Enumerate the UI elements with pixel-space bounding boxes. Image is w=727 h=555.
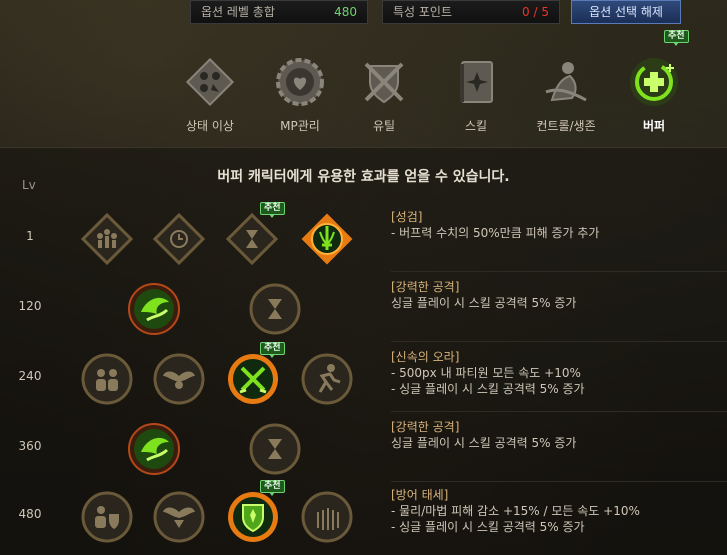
row-title: [강력한 공격] bbox=[391, 280, 460, 294]
row-line: 싱글 플레이 시 스킬 공격력 5% 증가 bbox=[391, 436, 577, 450]
row-line: - 물리/마법 피해 감소 +15% / 모든 속도 +10% bbox=[391, 504, 640, 518]
crossed-swords-icon[interactable] bbox=[226, 352, 280, 406]
row-title: [방어 태세] bbox=[391, 488, 449, 502]
row-divider bbox=[391, 341, 727, 342]
tab-control-survival[interactable]: 컨트롤/생존 bbox=[526, 46, 606, 141]
category-tabs: 상태 이상 MP관리 유틸 스킬 컨트롤/생존 버퍼 추천 bbox=[170, 30, 710, 141]
row-level: 1 bbox=[26, 229, 34, 243]
hourglass-icon[interactable] bbox=[248, 422, 302, 476]
panel-description: 버퍼 캐릭터에게 유용한 효과를 얻을 수 있습니다. bbox=[217, 169, 510, 185]
clock-icon[interactable] bbox=[152, 212, 206, 266]
top-bar: 옵션 레벨 총합 480 특성 포인트 0 / 5 옵션 선택 해제 bbox=[0, 0, 727, 26]
row-line: - 버프력 수치의 50%만큼 피해 증가 추가 bbox=[391, 226, 600, 240]
tab-label: 스킬 bbox=[464, 119, 488, 133]
tab-label: 컨트롤/생존 bbox=[536, 119, 596, 133]
row-info: [신속의 오라] - 500px 내 파티원 모든 속도 +10% - 싱글 플… bbox=[391, 349, 585, 397]
row-line: - 싱글 플레이 시 스킬 공격력 5% 증가 bbox=[391, 382, 585, 396]
row-info: [강력한 공격] 싱글 플레이 시 스킬 공격력 5% 증가 bbox=[391, 419, 576, 451]
party-icon[interactable] bbox=[80, 212, 134, 266]
skill-book-icon bbox=[460, 61, 493, 103]
row-level: 480 bbox=[18, 507, 42, 521]
hourglass-icon[interactable] bbox=[225, 212, 279, 266]
row-level: 360 bbox=[18, 439, 42, 453]
recommend-badge: 추천 bbox=[664, 30, 689, 46]
running-icon[interactable] bbox=[300, 352, 354, 406]
row-divider bbox=[391, 271, 727, 272]
tab-status-effect[interactable]: 상태 이상 bbox=[170, 46, 250, 141]
tab-label: 상태 이상 bbox=[186, 119, 234, 133]
defense-stance-icon[interactable] bbox=[226, 490, 280, 544]
trait-points-value: 0 / 5 bbox=[522, 5, 549, 19]
recommend-badge: 추천 bbox=[260, 202, 285, 218]
level-total-value: 480 bbox=[334, 5, 357, 19]
trait-row: 120 [강력한 공격] 싱글 플레이 시 스킬 공격력 5% 증가 bbox=[0, 275, 727, 344]
row-info: [방어 태세] - 물리/마법 피해 감소 +15% / 모든 속도 +10% … bbox=[391, 487, 640, 535]
row-level: 120 bbox=[18, 299, 42, 313]
strong-attack-icon[interactable] bbox=[127, 422, 181, 476]
party-members-icon[interactable] bbox=[80, 352, 134, 406]
barrier-icon[interactable] bbox=[300, 490, 354, 544]
row-line: 싱글 플레이 시 스킬 공격력 5% 증가 bbox=[391, 296, 577, 310]
tab-skill[interactable]: 스킬 bbox=[436, 46, 516, 141]
trait-row: 240 추천 [신속의 오라] - 500px 내 파티원 모든 속도 +10%… bbox=[0, 342, 727, 414]
control-survival-icon bbox=[545, 62, 587, 102]
hourglass-icon[interactable] bbox=[248, 282, 302, 336]
tab-mp-management[interactable]: MP관리 bbox=[260, 46, 340, 141]
tab-label: 버퍼 bbox=[642, 119, 666, 133]
winged-emblem-icon[interactable] bbox=[152, 490, 206, 544]
row-divider bbox=[391, 411, 727, 412]
trait-row: 360 [강력한 공격] 싱글 플레이 시 스킬 공격력 5% 증가 bbox=[0, 415, 727, 484]
tab-utility[interactable]: 유틸 bbox=[344, 46, 424, 141]
row-divider bbox=[391, 481, 727, 482]
row-title: [성검] bbox=[391, 210, 423, 224]
holy-sword-icon[interactable] bbox=[300, 212, 354, 266]
trait-row: 1 추천 [성검] - 버프력 수치의 50%만큼 피해 증가 추가 bbox=[0, 202, 727, 274]
wings-icon[interactable] bbox=[152, 352, 206, 406]
level-total-box: 옵션 레벨 총합 480 bbox=[190, 0, 368, 24]
buffer-icon bbox=[630, 58, 678, 106]
level-total-label: 옵션 레벨 총합 bbox=[201, 5, 275, 19]
tab-label: 유틸 bbox=[372, 119, 396, 133]
row-title: [강력한 공격] bbox=[391, 420, 460, 434]
utility-icon bbox=[364, 62, 404, 104]
tab-buffer[interactable]: 버퍼 추천 bbox=[614, 30, 694, 141]
party-shield-icon[interactable] bbox=[80, 490, 134, 544]
mp-management-icon bbox=[276, 58, 324, 106]
reset-options-button[interactable]: 옵션 선택 해제 bbox=[571, 0, 681, 24]
row-title: [신속의 오라] bbox=[391, 350, 460, 364]
row-info: [강력한 공격] 싱글 플레이 시 스킬 공격력 5% 증가 bbox=[391, 279, 576, 311]
row-level: 240 bbox=[18, 369, 42, 383]
trait-points-label: 특성 포인트 bbox=[393, 5, 453, 19]
tab-label: MP관리 bbox=[280, 119, 320, 133]
row-line: - 싱글 플레이 시 스킬 공격력 5% 증가 bbox=[391, 520, 585, 534]
trait-panel: 버퍼 캐릭터에게 유용한 효과를 얻을 수 있습니다. Lv 1 추천 [성검]… bbox=[0, 147, 727, 555]
level-header: Lv bbox=[22, 178, 36, 192]
row-info: [성검] - 버프력 수치의 50%만큼 피해 증가 추가 bbox=[391, 209, 599, 241]
status-effect-icon bbox=[185, 57, 235, 107]
strong-attack-icon[interactable] bbox=[127, 282, 181, 336]
trait-row: 480 추천 [방어 태세] - 물리/마법 피해 감소 +15% / 모든 속… bbox=[0, 480, 727, 552]
trait-points-box: 특성 포인트 0 / 5 bbox=[382, 0, 560, 24]
recommend-badge: 추천 bbox=[260, 480, 285, 496]
recommend-badge: 추천 bbox=[260, 342, 285, 358]
row-line: - 500px 내 파티원 모든 속도 +10% bbox=[391, 366, 581, 380]
